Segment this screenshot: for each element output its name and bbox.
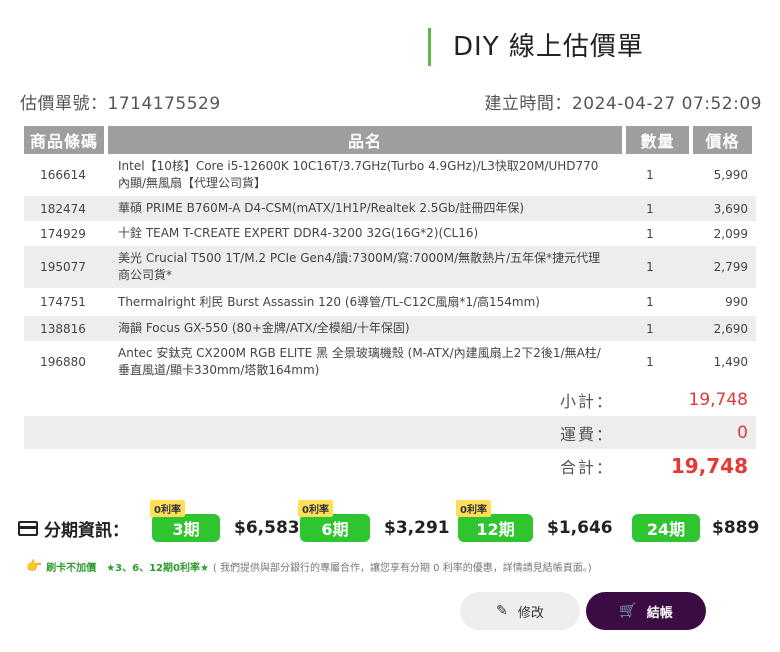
no-fee-text: 刷卡不加價 — [46, 563, 97, 574]
table-row: 182474 華碩 PRIME B760M-A D4-CSM(mATX/1H1P… — [24, 196, 756, 221]
term-badge: 0利率 3期 — [150, 500, 220, 542]
created-time: 建立時間：2024-04-27 07:52:09 — [484, 94, 762, 114]
table-row: 138816 海韻 Focus GX-550 (80+金牌/ATX/全模組/十年… — [24, 316, 756, 341]
zero-rate-tag: 0利率 — [298, 500, 333, 517]
row-code: 138816 — [40, 321, 86, 336]
title-block: DIY 線上估價單 — [428, 28, 644, 66]
row-qty: 1 — [646, 226, 654, 241]
plan-amount: $889 — [712, 518, 760, 538]
row-price: 5,990 — [713, 168, 748, 182]
quote-number: 估價單號：1714175529 — [20, 94, 221, 114]
zero-rate-tag: 0利率 — [150, 500, 185, 517]
term-badge: 24期 — [632, 514, 700, 542]
pencil-icon: ✎ — [496, 603, 508, 619]
row-name: Intel【10核】Core i5-12600K 10C16T/3.7GHz(T… — [118, 159, 599, 190]
row-qty: 1 — [646, 321, 654, 336]
table-header: 商品條碼 品名 數量 價格 — [24, 126, 756, 154]
term-label: 6期 — [321, 520, 349, 539]
row-name: Thermalright 利民 Burst Assassin 120 (6導管/… — [118, 294, 540, 309]
term-label: 24期 — [646, 520, 686, 539]
row-price: 2,099 — [713, 226, 748, 241]
row-code: 182474 — [40, 201, 86, 216]
shipping-label: 運費： — [559, 424, 614, 444]
subtotal-value: 19,748 — [688, 389, 748, 410]
row-code: 166614 — [40, 168, 86, 182]
checkout-button[interactable]: 🛒 結帳 — [586, 592, 706, 630]
plan-amount: $1,646 — [547, 518, 613, 538]
row-qty: 1 — [646, 168, 654, 182]
credit-card-icon — [18, 521, 38, 536]
table-row: 196880 Antec 安鈦克 CX200M RGB ELITE 黑 全景玻璃… — [24, 341, 756, 383]
installment-info: 分期資訊： 0利率 3期 $6,583 0利率 6期 $3,291 0利率 12… — [18, 500, 768, 546]
header-qty: 數量 — [626, 126, 689, 154]
row-price: 3,690 — [713, 201, 748, 216]
installment-label: 分期資訊： — [44, 521, 129, 541]
row-qty: 1 — [646, 260, 654, 274]
total-value: 19,748 — [670, 453, 748, 478]
zero-rate-text: ★3、6、12期0利率★ — [106, 563, 209, 574]
table-row: 174751 Thermalright 利民 Burst Assassin 12… — [24, 288, 756, 316]
quote-table: 商品條碼 品名 數量 價格 166614 Intel【10核】Core i5-1… — [24, 126, 756, 482]
row-price: 2,799 — [713, 260, 748, 274]
term-badge: 0利率 6期 — [298, 500, 370, 542]
header-price: 價格 — [693, 126, 752, 154]
row-price: 1,490 — [713, 355, 748, 369]
table-row: 166614 Intel【10核】Core i5-12600K 10C16T/3… — [24, 154, 756, 196]
table-row: 195077 美光 Crucial T500 1T/M.2 PCIe Gen4/… — [24, 246, 756, 288]
header-code: 商品條碼 — [24, 126, 104, 154]
row-price: 990 — [725, 295, 748, 309]
total-row: 合計： 19,748 — [24, 449, 756, 482]
row-code: 195077 — [40, 260, 86, 274]
row-name: 海韻 Focus GX-550 (80+金牌/ATX/全模組/十年保固) — [118, 321, 410, 335]
edit-label: 修改 — [517, 605, 544, 621]
plan-12: 0利率 12期 $1,646 — [456, 500, 613, 542]
plan-3: 0利率 3期 $6,583 — [150, 500, 300, 542]
cart-icon: 🛒 — [619, 603, 637, 619]
table-row: 174929 十銓 TEAM T-CREATE EXPERT DDR4-3200… — [24, 221, 756, 246]
term-badge: 0利率 12期 — [456, 500, 533, 542]
subtotal-row: 小計： 19,748 — [24, 383, 756, 416]
shipping-value: 0 — [737, 422, 748, 443]
plan-6: 0利率 6期 $3,291 — [298, 500, 450, 542]
zero-rate-tag: 0利率 — [456, 500, 491, 517]
plan-24: 24期 $889 — [632, 514, 759, 542]
row-qty: 1 — [646, 355, 654, 369]
edit-button[interactable]: ✎ 修改 — [460, 592, 580, 630]
subtotal-label: 小計： — [559, 391, 614, 411]
row-qty: 1 — [646, 295, 654, 309]
checkout-label: 結帳 — [646, 605, 673, 621]
installment-label-wrap: 分期資訊： — [18, 516, 129, 541]
row-name: 十銓 TEAM T-CREATE EXPERT DDR4-3200 32G(16… — [118, 226, 479, 240]
promo-note: ( 我們提供與部分銀行的專屬合作，讓您享有分期 0 利率的優惠，詳情請見結帳頁面… — [212, 563, 592, 574]
row-name: Antec 安鈦克 CX200M RGB ELITE 黑 全景玻璃機殼 (M-A… — [118, 346, 601, 377]
shipping-row: 運費： 0 — [24, 416, 756, 449]
plan-amount: $6,583 — [234, 518, 300, 538]
total-label: 合計： — [559, 457, 614, 477]
row-code: 196880 — [40, 355, 86, 369]
row-qty: 1 — [646, 201, 654, 216]
plan-amount: $3,291 — [384, 518, 450, 538]
term-label: 3期 — [172, 520, 200, 539]
row-price: 2,690 — [713, 321, 748, 336]
term-label: 12期 — [476, 520, 515, 539]
row-name: 華碩 PRIME B760M-A D4-CSM(mATX/1H1P/Realte… — [118, 201, 525, 215]
promo-line: 👉 刷卡不加價 ★3、6、12期0利率★ ( 我們提供與部分銀行的專屬合作，讓您… — [26, 559, 592, 574]
row-name: 美光 Crucial T500 1T/M.2 PCIe Gen4/讀:7300M… — [118, 251, 601, 282]
row-code: 174929 — [40, 226, 86, 241]
header-name: 品名 — [108, 126, 622, 154]
page-title: DIY 線上估價單 — [453, 32, 644, 62]
pointing-hand-icon: 👉 — [26, 559, 43, 574]
row-code: 174751 — [40, 295, 86, 309]
